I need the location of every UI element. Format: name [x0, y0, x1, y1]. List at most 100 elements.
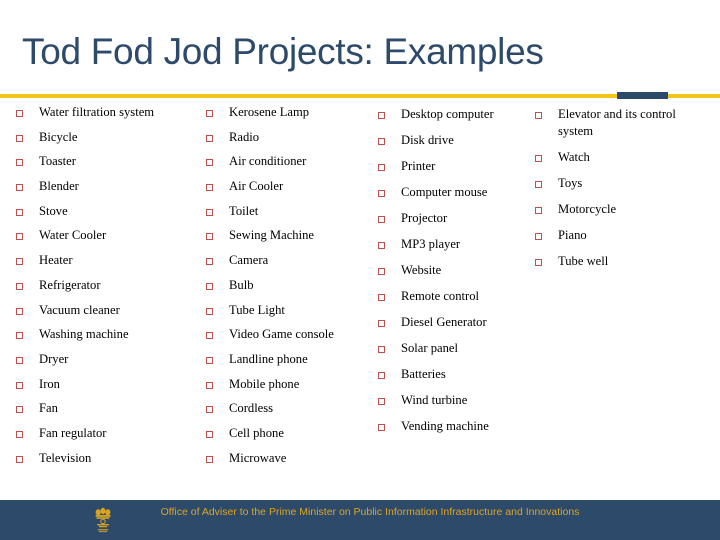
list-item[interactable]: Mobile phone	[206, 376, 374, 393]
list-item-label: Batteries	[401, 367, 446, 381]
list-item-label: Remote control	[401, 289, 479, 303]
list-item-label: Toys	[558, 175, 583, 190]
list-item-label: Elevator and its control system	[558, 107, 676, 138]
square-bullet-icon	[16, 233, 23, 241]
divider-segment-gold-right	[668, 94, 720, 98]
list-item[interactable]: Watch	[535, 149, 705, 166]
list-item[interactable]: Tube Light	[206, 302, 374, 319]
square-bullet-icon	[206, 307, 213, 315]
list-item[interactable]: Cordless	[206, 400, 374, 417]
square-bullet-icon	[206, 332, 213, 340]
list-item[interactable]: Projector	[378, 210, 528, 227]
square-bullet-icon	[16, 110, 23, 117]
square-bullet-icon	[206, 381, 213, 389]
list-item[interactable]: Bulb	[206, 277, 374, 294]
list-item[interactable]: Refrigerator	[16, 277, 202, 294]
square-bullet-icon	[378, 138, 385, 145]
list-item-label: Bicycle	[39, 129, 78, 144]
list-item[interactable]: Television	[16, 450, 202, 467]
list-item[interactable]: Dryer	[16, 351, 202, 368]
list-item[interactable]: Radio	[206, 129, 374, 146]
list-item-label: Heater	[39, 253, 73, 268]
list-item[interactable]: Toilet	[206, 203, 374, 220]
list-item-label: Toaster	[39, 154, 76, 169]
list-item[interactable]: Sewing Machine	[206, 227, 374, 244]
list-item[interactable]: Vacuum cleaner	[16, 302, 202, 319]
square-bullet-icon	[378, 190, 385, 197]
square-bullet-icon	[535, 206, 542, 214]
list-item-label: Bulb	[229, 277, 254, 292]
list-item[interactable]: Diesel Generator	[378, 314, 528, 331]
list-item[interactable]: Remote control	[378, 288, 528, 305]
list-item[interactable]: Air Cooler	[206, 178, 374, 195]
list-item-label: Motorcycle	[558, 201, 617, 216]
list-item[interactable]: Wind turbine	[378, 392, 528, 409]
list-item[interactable]: Desktop computer	[378, 106, 528, 123]
square-bullet-icon	[16, 282, 23, 290]
list-item[interactable]: Tube well	[535, 253, 705, 270]
bullet-column-2: Kerosene Lamp Radio Air conditioner Air Coo…	[206, 104, 374, 474]
list-item-label: Dryer	[39, 351, 69, 366]
square-bullet-icon	[378, 424, 385, 431]
square-bullet-icon	[16, 381, 23, 389]
list-item[interactable]: Vending machine	[378, 418, 528, 435]
list-item[interactable]: Blender	[16, 178, 202, 195]
list-item[interactable]: Air conditioner	[206, 153, 374, 170]
list-item[interactable]: Solar panel	[378, 340, 528, 357]
square-bullet-icon	[206, 159, 213, 167]
square-bullet-icon	[378, 320, 385, 327]
list-item[interactable]: Washing machine	[16, 326, 202, 343]
square-bullet-icon	[206, 282, 213, 290]
list-item-label: Printer	[401, 159, 436, 173]
list-item[interactable]: Bicycle	[16, 129, 202, 146]
list-item-label: Cell phone	[229, 425, 284, 440]
square-bullet-icon	[16, 134, 23, 142]
square-bullet-icon	[206, 208, 213, 216]
list-item[interactable]: Disk drive	[378, 132, 528, 149]
list-item-label: Water Cooler	[39, 228, 107, 243]
list-item[interactable]: Kerosene Lamp	[206, 104, 374, 121]
list-item[interactable]: Water filtration system	[16, 104, 202, 121]
list-item-label: Tube Light	[229, 302, 285, 317]
list-item-label: Vending machine	[401, 419, 489, 433]
square-bullet-icon	[206, 184, 213, 192]
list-item[interactable]: Microwave	[206, 450, 374, 467]
list-item[interactable]: Motorcycle	[535, 201, 705, 218]
square-bullet-icon	[206, 233, 213, 241]
list-item[interactable]: Website	[378, 262, 528, 279]
list-item[interactable]: MP3 player	[378, 236, 528, 253]
square-bullet-icon	[16, 356, 23, 364]
list-item[interactable]: Elevator and its control system	[535, 106, 705, 139]
list-item[interactable]: Toys	[535, 175, 705, 192]
list-item-label: Air conditioner	[229, 154, 307, 169]
list-item-label: Computer mouse	[401, 185, 488, 199]
list-item[interactable]: Batteries	[378, 366, 528, 383]
list-item[interactable]: Fan regulator	[16, 425, 202, 442]
list-item[interactable]: Video Game console	[206, 326, 374, 343]
list-item[interactable]: Water Cooler	[16, 227, 202, 244]
list-item[interactable]: Printer	[378, 158, 528, 175]
square-bullet-icon	[378, 268, 385, 275]
list-item-label: Solar panel	[401, 341, 459, 355]
list-item[interactable]: Stove	[16, 203, 202, 220]
list-item[interactable]: Landline phone	[206, 351, 374, 368]
list-item[interactable]: Computer mouse	[378, 184, 528, 201]
square-bullet-icon	[16, 184, 23, 192]
list-item[interactable]: Piano	[535, 227, 705, 244]
list-item[interactable]: Heater	[16, 252, 202, 269]
list-item-label: Fan	[39, 401, 58, 416]
list-item[interactable]: Cell phone	[206, 425, 374, 442]
list-item[interactable]: Toaster	[16, 153, 202, 170]
list-item[interactable]: Camera	[206, 252, 374, 269]
square-bullet-icon	[16, 455, 23, 463]
list-item[interactable]: Iron	[16, 376, 202, 393]
title-divider-bar	[0, 92, 720, 99]
square-bullet-icon	[378, 164, 385, 171]
square-bullet-icon	[16, 307, 23, 315]
square-bullet-icon	[206, 430, 213, 438]
page-title: Tod Fod Jod Projects: Examples	[22, 31, 544, 72]
list-item-label: Refrigerator	[39, 277, 101, 292]
list-item[interactable]: Fan	[16, 400, 202, 417]
list-item-label: Website	[401, 263, 442, 277]
square-bullet-icon	[378, 216, 385, 223]
